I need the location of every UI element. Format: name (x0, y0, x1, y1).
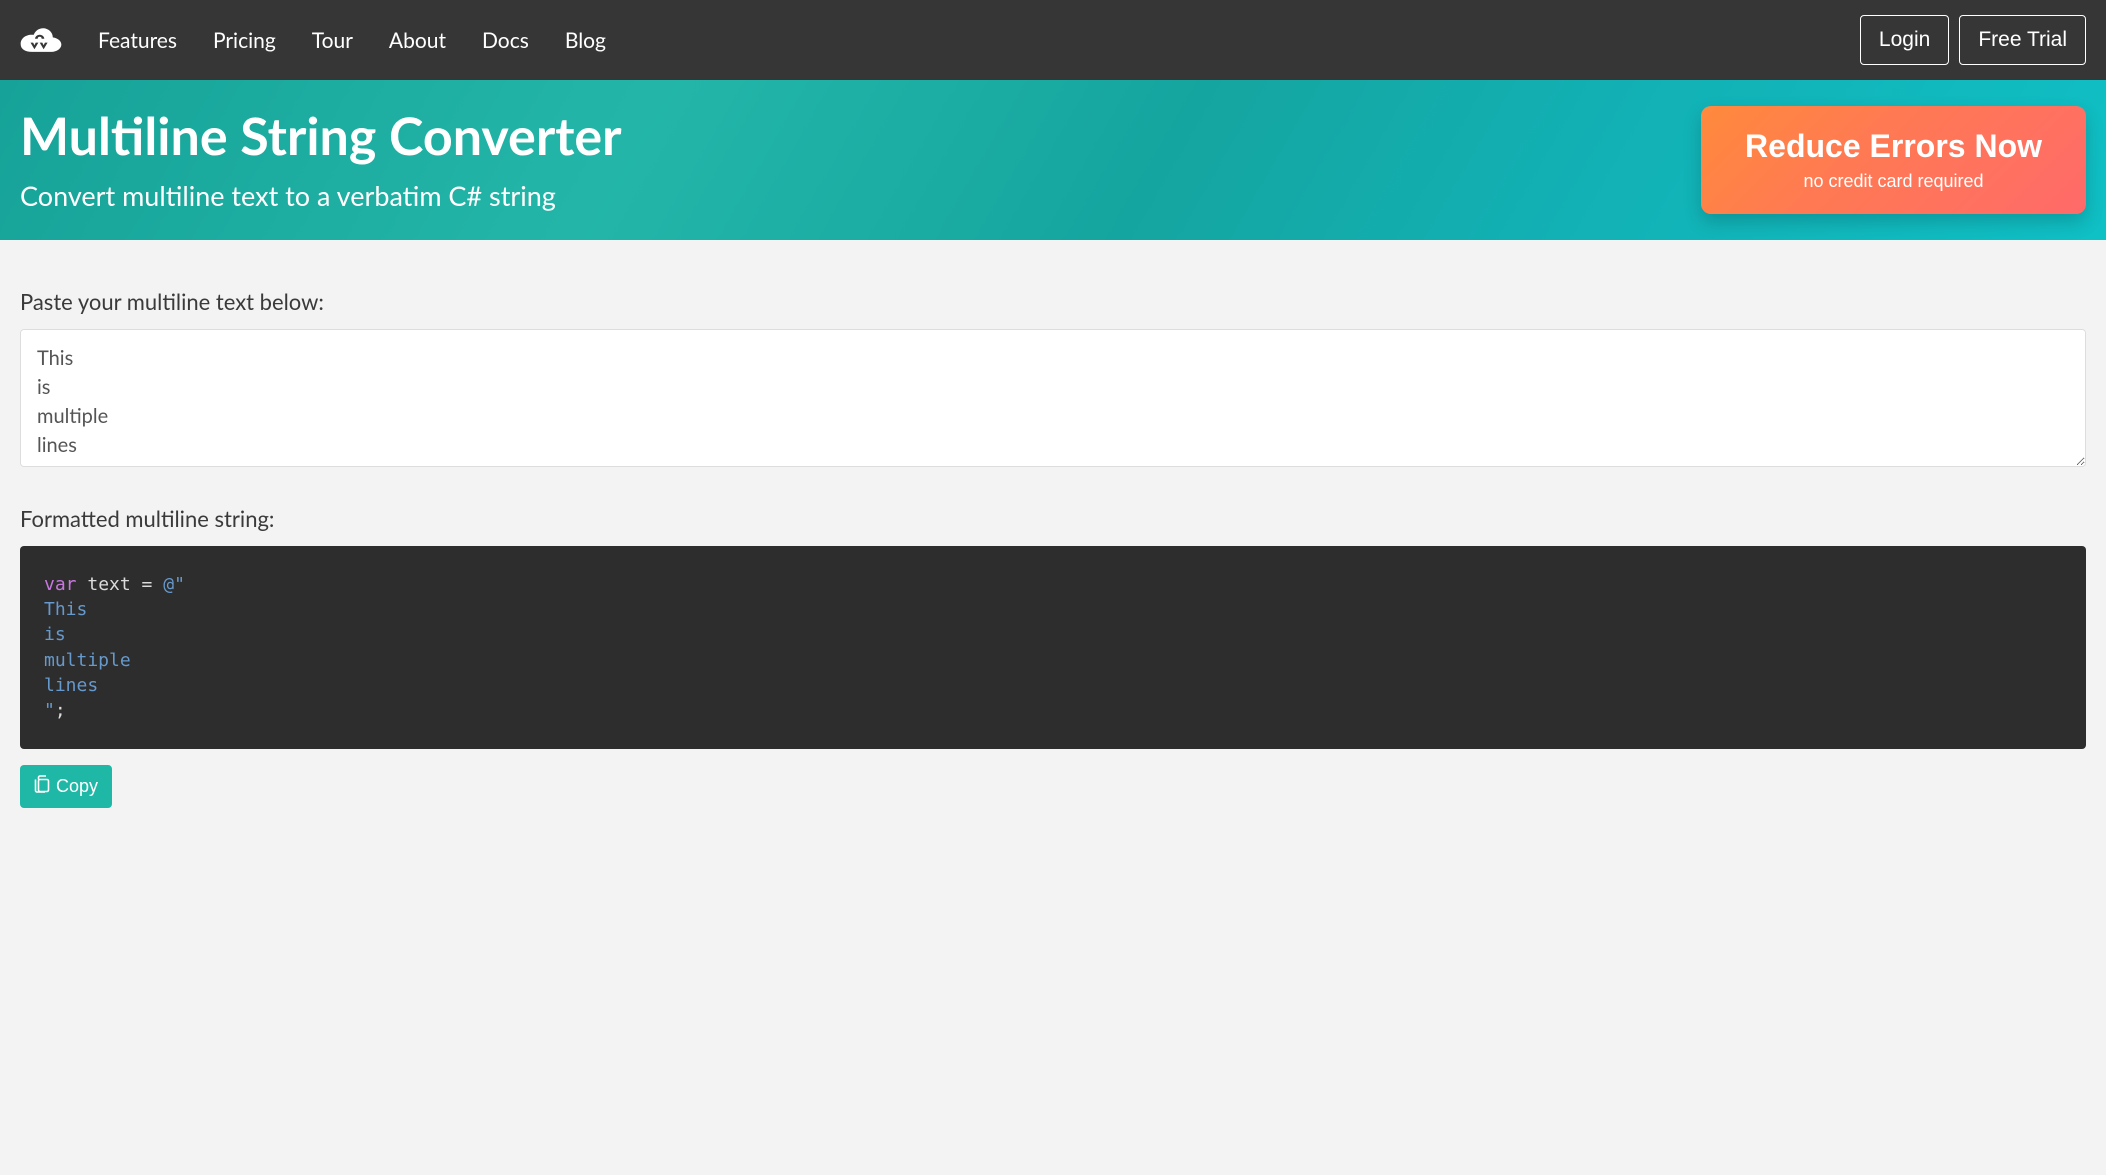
nav-links: Features Pricing Tour About Docs Blog (98, 28, 1824, 53)
nav-link-docs[interactable]: Docs (482, 28, 529, 53)
free-trial-button[interactable]: Free Trial (1959, 15, 2086, 65)
nav-link-pricing[interactable]: Pricing (213, 28, 276, 53)
code-keyword: var (44, 574, 77, 595)
copy-button[interactable]: Copy (20, 765, 112, 808)
logo-icon[interactable] (20, 23, 62, 57)
nav-link-blog[interactable]: Blog (565, 28, 606, 53)
cta-subtext: no credit card required (1745, 171, 2042, 192)
output-code[interactable]: var text = @" This is multiple lines "; (20, 546, 2086, 749)
input-section: Paste your multiline text below: (20, 288, 2086, 471)
copy-button-label: Copy (56, 776, 98, 797)
page-title: Multiline String Converter (20, 108, 622, 165)
cta-button[interactable]: Reduce Errors Now no credit card require… (1701, 106, 2086, 214)
page-subtitle: Convert multiline text to a verbatim C# … (20, 179, 622, 212)
output-section: Formatted multiline string: var text = @… (20, 505, 2086, 808)
nav-link-tour[interactable]: Tour (312, 28, 353, 53)
login-button[interactable]: Login (1860, 15, 1949, 65)
nav-buttons: Login Free Trial (1860, 15, 2086, 65)
code-semicolon: ; (55, 700, 66, 721)
cta-headline: Reduce Errors Now (1745, 128, 2042, 165)
hero-text: Multiline String Converter Convert multi… (20, 108, 622, 212)
nav-link-features[interactable]: Features (98, 28, 177, 53)
input-label: Paste your multiline text below: (20, 288, 2086, 315)
code-assign: = (131, 574, 164, 595)
copy-bar: Copy (20, 765, 2086, 808)
output-label: Formatted multiline string: (20, 505, 2086, 532)
code-string: @" This is multiple lines " (44, 574, 185, 721)
nav-link-about[interactable]: About (389, 28, 446, 53)
main: Paste your multiline text below: Formatt… (0, 240, 2106, 848)
copy-icon (34, 775, 50, 798)
hero: Multiline String Converter Convert multi… (0, 80, 2106, 240)
top-nav: Features Pricing Tour About Docs Blog Lo… (0, 0, 2106, 80)
multiline-input[interactable] (20, 329, 2086, 467)
code-varname: text (87, 574, 130, 595)
